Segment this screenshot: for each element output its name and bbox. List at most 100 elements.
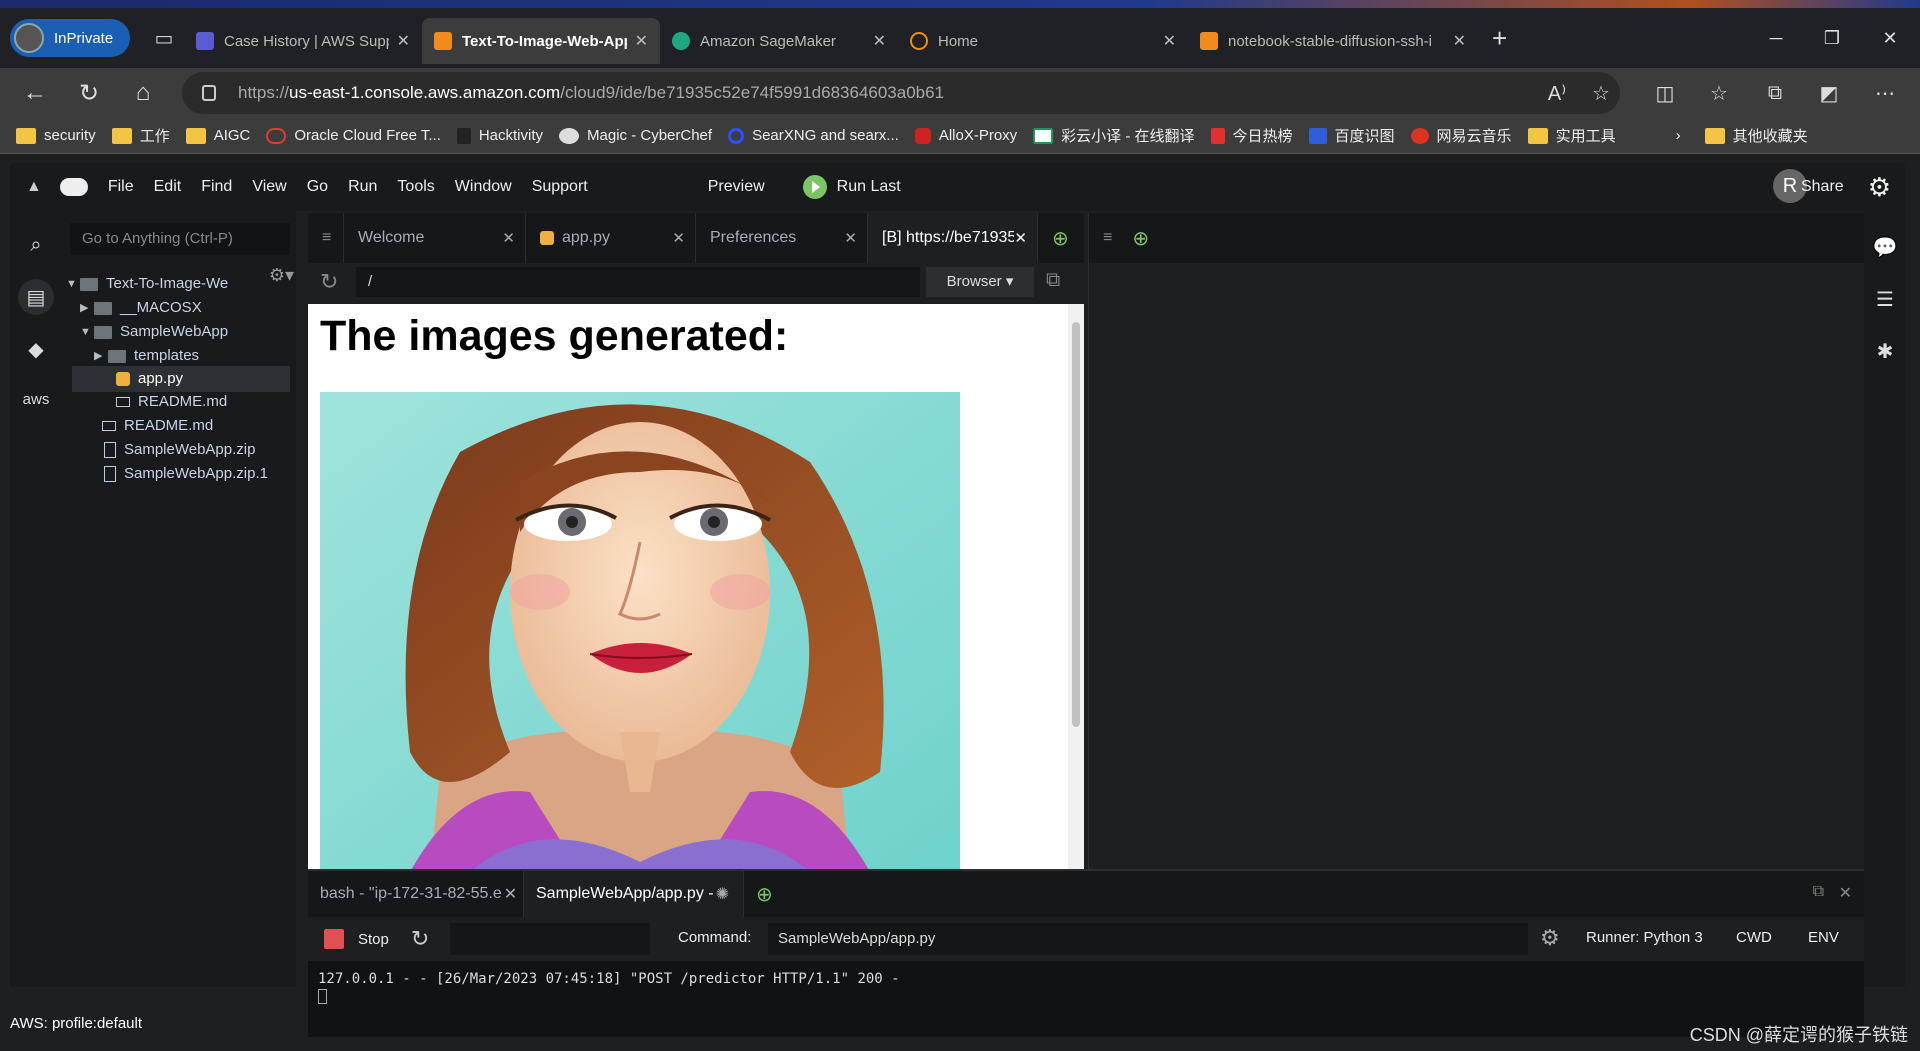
close-icon[interactable]: ✕	[672, 229, 685, 247]
menu-support[interactable]: Support	[532, 178, 588, 196]
menu-tools[interactable]: Tools	[397, 178, 434, 196]
go-to-anything-input[interactable]: Go to Anything (Ctrl-P)	[70, 223, 290, 255]
menu-file[interactable]: File	[108, 178, 134, 196]
browser-tab-notebook[interactable]: notebook-stable-diffusion-ssh-i ✕	[1188, 18, 1478, 64]
more-icon[interactable]: ⋯	[1860, 68, 1910, 118]
tree-samplewebapp-folder[interactable]: ▼ SampleWebApp	[80, 319, 228, 345]
add-tab-icon[interactable]: ⊕	[1038, 213, 1084, 263]
preview-button[interactable]: Preview	[708, 178, 765, 196]
tree-readme-inner-file[interactable]: README.md	[116, 389, 227, 415]
bookmark-hacktivity[interactable]: Hacktivity	[456, 127, 543, 144]
close-window-icon[interactable]: ✕	[1862, 8, 1918, 68]
tree-settings-gear-icon[interactable]: ⚙▾	[269, 265, 294, 286]
split-screen-icon[interactable]: ◫	[1640, 68, 1690, 118]
close-icon[interactable]: ✕	[1014, 229, 1027, 247]
extensions-icon[interactable]: ◩	[1804, 68, 1854, 118]
add-tab-icon[interactable]: ⊕	[1132, 226, 1149, 251]
add-favorite-icon[interactable]: ☆	[1576, 68, 1626, 118]
close-icon[interactable]: ✕	[504, 884, 517, 904]
menu-window[interactable]: Window	[455, 178, 512, 196]
read-aloud-icon[interactable]: A⁾	[1532, 68, 1582, 118]
bookmark-tools[interactable]: 实用工具	[1527, 125, 1616, 146]
scrollbar-thumb[interactable]	[1072, 322, 1080, 727]
environment-files-icon[interactable]: ▤	[18, 279, 54, 315]
run-last-button[interactable]: Run Last	[802, 175, 901, 199]
tree-macosx-folder[interactable]: ▶ __MACOSX	[80, 295, 202, 321]
restart-icon[interactable]: ↻	[411, 926, 429, 952]
inprivate-badge[interactable]: InPrivate	[10, 19, 130, 57]
bookmark-allox[interactable]: AlloX-Proxy	[914, 127, 1017, 144]
tab-app-run[interactable]: SampleWebApp/app.py - ✺	[524, 871, 744, 917]
tree-zip1-file[interactable]: SampleWebApp.zip.1	[104, 461, 268, 487]
collaborate-icon[interactable]: 💬	[1867, 229, 1903, 265]
bookmark-work[interactable]: 工作	[111, 125, 170, 146]
tab-list-menu-icon[interactable]: ≡	[1103, 229, 1112, 247]
bookmark-jinri[interactable]: 今日热榜	[1210, 125, 1293, 146]
new-tab-button[interactable]: +	[1492, 23, 1507, 54]
add-terminal-icon[interactable]: ⊕	[744, 871, 785, 917]
runner-dropdown[interactable]: Runner: Python 3	[1586, 929, 1703, 946]
menu-find[interactable]: Find	[201, 178, 232, 196]
terminal-output[interactable]: 127.0.0.1 - - [26/Mar/2023 07:45:18] "PO…	[308, 961, 1864, 1037]
menu-edit[interactable]: Edit	[154, 178, 182, 196]
bookmark-aigc[interactable]: AIGC	[185, 127, 250, 144]
collapse-menu-icon[interactable]: ▲	[26, 178, 42, 196]
favorites-icon[interactable]: ☆	[1694, 68, 1744, 118]
aws-icon[interactable]: aws	[18, 381, 54, 417]
tab-app-py[interactable]: app.py ✕	[526, 213, 696, 263]
settings-gear-icon[interactable]: ⚙	[1868, 172, 1891, 203]
tab-bash[interactable]: bash - "ip-172-31-82-55.e ✕	[308, 871, 524, 917]
close-icon[interactable]: ✕	[873, 31, 886, 51]
search-icon[interactable]: ⌕	[18, 227, 54, 263]
tab-browser-preview[interactable]: [B] https://be71935 ✕	[868, 213, 1038, 263]
share-button[interactable]: Share	[1801, 178, 1844, 196]
cloud9-logo-icon[interactable]	[59, 178, 88, 196]
close-icon[interactable]: ✕	[844, 229, 857, 247]
close-icon[interactable]: ✕	[502, 229, 515, 247]
bookmark-caiyun[interactable]: 彩云小译 - 在线翻译	[1033, 125, 1195, 146]
bookmark-searxng[interactable]: SearXNG and searx...	[728, 127, 899, 144]
collections-icon[interactable]: ⧉	[1750, 68, 1800, 118]
close-icon[interactable]: ✕	[635, 31, 648, 51]
browser-tab-home[interactable]: Home ✕	[898, 18, 1188, 64]
browser-tab-case-history[interactable]: Case History | AWS Support Con ✕	[184, 18, 422, 64]
close-icon[interactable]: ✕	[1453, 31, 1466, 51]
close-icon[interactable]: ✕	[1163, 31, 1176, 51]
url-bar[interactable]: https://us-east-1.console.aws.amazon.com…	[182, 72, 1620, 114]
tab-welcome[interactable]: Welcome ✕	[344, 213, 526, 263]
maximize-panel-icon[interactable]: ⧉	[1813, 883, 1824, 901]
browser-tab-sagemaker[interactable]: Amazon SageMaker ✕	[660, 18, 898, 64]
source-control-icon[interactable]: ◆	[18, 331, 54, 367]
bookmarks-overflow-icon[interactable]: ›	[1676, 127, 1681, 144]
preview-url-input[interactable]: /	[356, 267, 920, 297]
bookmark-other[interactable]: 其他收藏夹	[1704, 125, 1808, 146]
refresh-icon[interactable]: ↻	[62, 79, 116, 108]
menu-go[interactable]: Go	[307, 178, 328, 196]
stop-icon[interactable]	[324, 929, 344, 949]
outline-icon[interactable]: ☰	[1867, 281, 1903, 317]
menu-view[interactable]: View	[252, 178, 286, 196]
reload-icon[interactable]: ↻	[320, 269, 338, 295]
back-icon[interactable]: ←	[8, 79, 62, 107]
tree-readme-file[interactable]: README.md	[102, 413, 213, 439]
restore-icon[interactable]: ❐	[1804, 8, 1860, 68]
pop-out-icon[interactable]: ⧉	[1046, 269, 1060, 292]
stop-button[interactable]: Stop	[358, 931, 389, 948]
env-button[interactable]: ENV	[1808, 929, 1839, 946]
run-config-name-input[interactable]	[450, 923, 650, 955]
tree-root-folder[interactable]: ▼ Text-To-Image-We	[66, 271, 228, 297]
tab-preferences[interactable]: Preferences ✕	[696, 213, 868, 263]
close-panel-icon[interactable]: ✕	[1839, 883, 1852, 903]
tree-zip-file[interactable]: SampleWebApp.zip	[104, 437, 255, 463]
preview-scrollbar[interactable]	[1068, 304, 1084, 869]
debugger-icon[interactable]: ✱	[1867, 333, 1903, 369]
close-icon[interactable]: ✕	[397, 31, 410, 51]
minimize-icon[interactable]: ─	[1748, 8, 1804, 68]
browser-dropdown[interactable]: Browser ▾	[926, 267, 1034, 297]
bookmark-baidu[interactable]: 百度识图	[1308, 125, 1395, 146]
tab-actions-icon[interactable]: ▭	[144, 26, 184, 51]
run-settings-gear-icon[interactable]: ⚙	[1540, 925, 1560, 951]
tab-list-menu-icon[interactable]: ≡	[308, 213, 344, 263]
command-input[interactable]: SampleWebApp/app.py	[768, 923, 1528, 955]
bookmark-netease[interactable]: 网易云音乐	[1410, 125, 1512, 146]
